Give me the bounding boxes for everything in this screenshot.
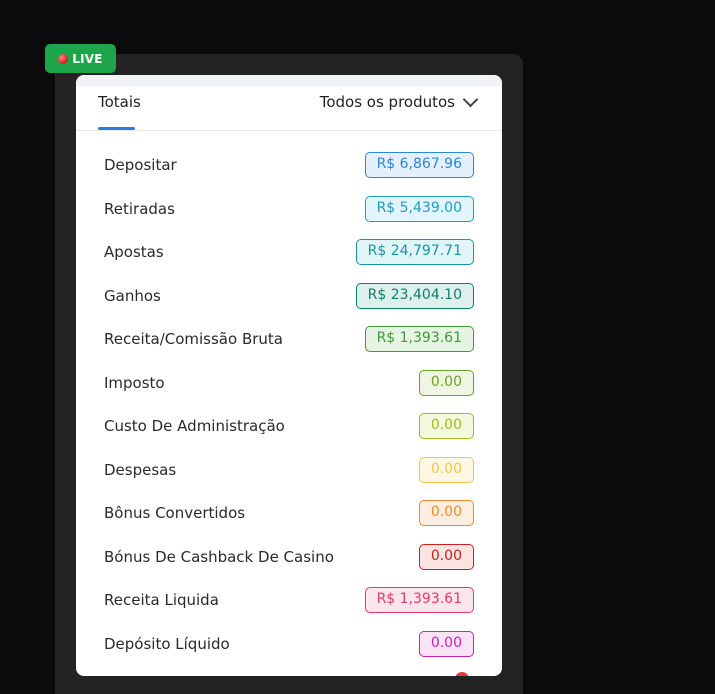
row-label: Depósito Líquido: [104, 634, 230, 653]
list-item: Depositar R$ 6,867.96: [76, 144, 502, 188]
list-item: Custo De Administração 0.00: [76, 405, 502, 449]
list-item: Apostas R$ 24,797.71: [76, 231, 502, 275]
product-select[interactable]: Todos os produtos: [319, 91, 479, 111]
list-item: Depósito Líquido 0.00: [76, 623, 502, 667]
row-label: Retiradas: [104, 199, 175, 218]
row-label: Ganhos: [104, 286, 161, 305]
totals-card: Totais Todos os produtos Depositar R$ 6,8…: [76, 75, 502, 676]
value-badge: R$ 23,404.10: [355, 282, 474, 309]
stage: LIVE Totais Todos os produtos Depositar R…: [0, 0, 715, 694]
list-item: Despesas 0.00: [76, 449, 502, 493]
value-badge: R$ 1,393.61: [364, 587, 474, 613]
value-badge: 0.00: [418, 630, 474, 657]
list-item: Retiradas R$ 5,439.00: [76, 188, 502, 232]
list-item: Ganhos R$ 23,404.10: [76, 275, 502, 319]
chevron-down-icon: [462, 91, 479, 108]
value-badge: R$ 24,797.71: [355, 239, 474, 265]
value-badge: 0.00: [418, 500, 474, 526]
value-badge: R$ 1,393.61: [364, 326, 474, 352]
row-label: Bónus De Cashback De Casino: [104, 547, 334, 566]
value-badge: 0.00: [418, 543, 474, 570]
row-label: Receita/Comissão Bruta: [104, 330, 283, 348]
row-label: Apostas: [104, 243, 164, 261]
live-badge: LIVE: [45, 44, 116, 73]
product-select-value: Todos os produtos: [319, 93, 455, 111]
tabs-bar: Totais Todos os produtos: [76, 86, 502, 131]
row-label: Custo De Administração: [104, 417, 285, 435]
row-label: Bônus Convertidos: [104, 504, 246, 522]
row-label: Depositar: [104, 156, 177, 174]
value-badge: R$ 6,867.96: [364, 152, 474, 178]
list-item: Imposto 0.00: [76, 362, 502, 406]
row-label: Imposto: [104, 373, 165, 392]
tab-totais[interactable]: Totais: [98, 93, 141, 111]
card-top-strip: [76, 75, 502, 86]
live-dot-icon: [58, 53, 69, 64]
row-label: Receita Liquida: [104, 591, 219, 609]
totals-list: Depositar R$ 6,867.96 Retiradas R$ 5,439.00…: [76, 144, 502, 666]
list-item: Receita/Comissão Bruta R$ 1,393.61: [76, 318, 502, 362]
list-item: Receita Liquida R$ 1,393.61: [76, 579, 502, 623]
value-badge: 0.00: [418, 456, 474, 483]
active-tab-indicator: [98, 127, 135, 130]
row-label: Despesas: [104, 460, 177, 479]
list-item: Bônus Convertidos 0.00: [76, 492, 502, 536]
value-badge: R$ 5,439.00: [364, 195, 474, 222]
list-item: Bónus De Cashback De Casino 0.00: [76, 536, 502, 580]
value-badge: 0.00: [418, 413, 474, 439]
notification-dot: [455, 672, 469, 676]
live-label: LIVE: [72, 51, 103, 66]
value-badge: 0.00: [418, 369, 474, 396]
